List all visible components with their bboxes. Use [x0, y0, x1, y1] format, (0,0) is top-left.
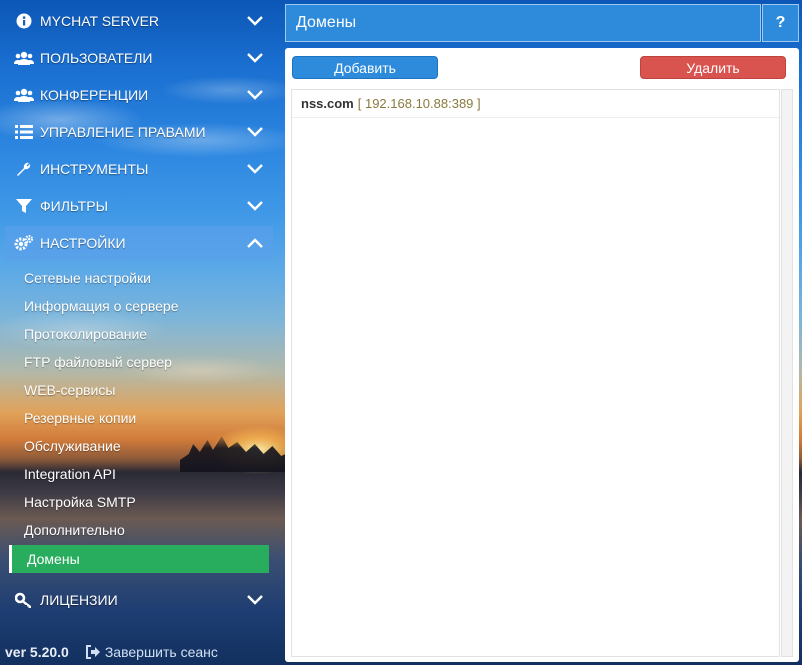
menu-filters[interactable]: ФИЛЬТРЫ [5, 189, 273, 223]
submenu-logging[interactable]: Протоколирование [24, 322, 147, 346]
list-scrollbar[interactable] [781, 89, 793, 657]
menu-label: ИНСТРУМЕНТЫ [40, 161, 149, 177]
filter-icon [14, 196, 34, 216]
menu-label: ЛИЦЕНЗИИ [40, 592, 118, 608]
menu-rights-management[interactable]: УПРАВЛЕНИЕ ПРАВАМИ [5, 115, 273, 149]
menu-conferences[interactable]: КОНФЕРЕНЦИИ [5, 78, 273, 112]
version-label: ver 5.20.0 [5, 644, 69, 660]
help-button[interactable]: ? [762, 4, 799, 42]
submenu-web-services[interactable]: WEB-сервисы [24, 378, 115, 402]
users-icon [14, 48, 34, 68]
chevron-down-icon[interactable] [243, 590, 267, 610]
domain-list: nss.com [ 192.168.10.88:389 ] [291, 89, 780, 657]
wrench-icon [14, 159, 34, 179]
logout-link[interactable]: Завершить сеанс [85, 644, 218, 660]
submenu-additional[interactable]: Дополнительно [24, 518, 125, 542]
submenu-integration-api[interactable]: Integration API [24, 462, 116, 486]
chevron-down-icon[interactable] [243, 159, 267, 179]
submenu-maintenance[interactable]: Обслуживание [24, 434, 121, 458]
menu-label: ФИЛЬТРЫ [40, 198, 108, 214]
gears-icon [14, 233, 34, 253]
info-icon [14, 11, 34, 31]
submenu-backups[interactable]: Резервные копии [24, 406, 136, 430]
menu-label: MYCHAT SERVER [40, 13, 160, 29]
menu-label: ПОЛЬЗОВАТЕЛИ [40, 50, 153, 66]
submenu-server-info[interactable]: Информация о сервере [24, 294, 179, 318]
menu-licenses[interactable]: ЛИЦЕНЗИИ [5, 583, 273, 617]
chevron-down-icon[interactable] [243, 48, 267, 68]
chevron-down-icon[interactable] [243, 11, 267, 31]
list-item[interactable]: nss.com [ 192.168.10.88:389 ] [292, 90, 779, 118]
chevron-down-icon[interactable] [243, 85, 267, 105]
menu-label: НАСТРОЙКИ [40, 235, 126, 251]
menu-tools[interactable]: ИНСТРУМЕНТЫ [5, 152, 273, 186]
menu-users[interactable]: ПОЛЬЗОВАТЕЛИ [5, 41, 273, 75]
logout-label: Завершить сеанс [104, 644, 218, 660]
sidebar: MYCHAT SERVER ПОЛЬЗОВАТЕЛИ КОНФЕРЕНЦИИ У… [0, 0, 285, 665]
sidebar-footer: ver 5.20.0 Завершить сеанс [5, 642, 218, 662]
menu-mychat-server[interactable]: MYCHAT SERVER [5, 4, 273, 38]
chevron-down-icon[interactable] [243, 196, 267, 216]
page-title-bar: Домены [285, 4, 761, 42]
submenu-network-settings[interactable]: Сетевые настройки [24, 266, 151, 290]
menu-settings[interactable]: НАСТРОЙКИ [5, 226, 273, 260]
menu-label: КОНФЕРЕНЦИИ [40, 87, 149, 103]
submenu-domains[interactable]: Домены [9, 545, 269, 573]
domain-server-address: [ 192.168.10.88:389 ] [357, 96, 481, 111]
submenu-smtp-settings[interactable]: Настройка SMTP [24, 490, 136, 514]
page-title: Домены [296, 14, 357, 31]
submenu-ftp-server[interactable]: FTP файловый сервер [24, 350, 172, 374]
users-icon [14, 85, 34, 105]
chevron-down-icon[interactable] [243, 122, 267, 142]
main-panel: Добавить Удалить nss.com [ 192.168.10.88… [285, 48, 799, 662]
delete-button[interactable]: Удалить [640, 56, 786, 79]
menu-label: УПРАВЛЕНИЕ ПРАВАМИ [40, 124, 206, 140]
list-icon [14, 122, 34, 142]
add-button[interactable]: Добавить [292, 56, 438, 79]
key-icon [14, 590, 34, 610]
domain-name: nss.com [301, 96, 354, 111]
logout-icon [85, 644, 101, 660]
chevron-up-icon[interactable] [243, 233, 267, 253]
